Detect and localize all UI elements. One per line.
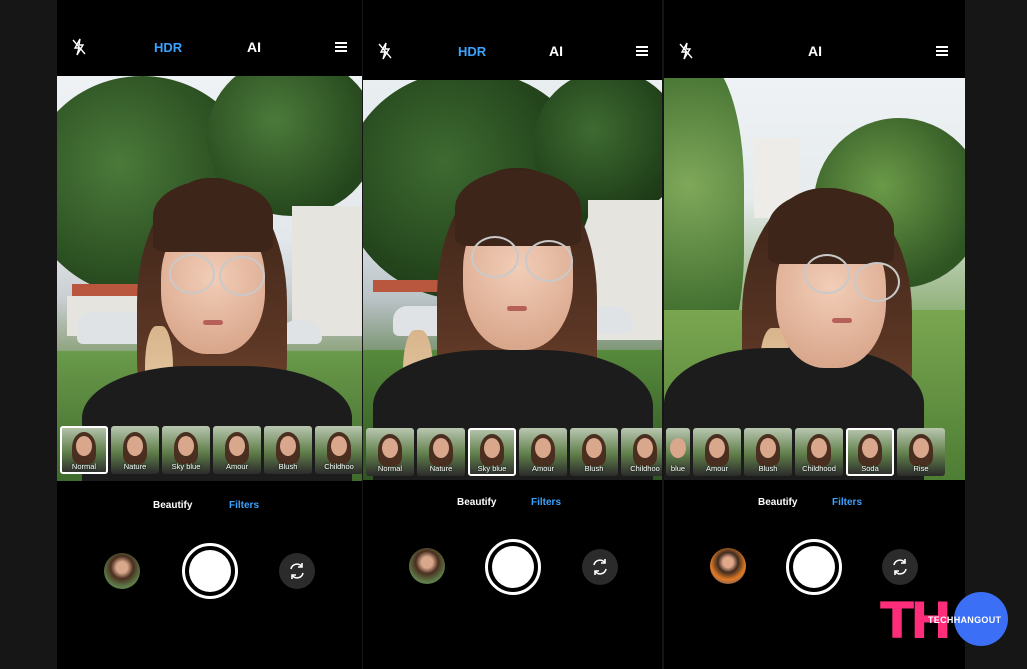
filter-thumb[interactable]: Amour — [693, 428, 741, 476]
switch-camera-icon — [290, 563, 304, 579]
filter-thumb[interactable]: Rise — [897, 428, 945, 476]
mode-switcher: Beautify Filters — [363, 497, 662, 513]
camera-screen-2: HDR AI Normal Nature Sky blue Amour Blus… — [363, 0, 662, 669]
logo-wordmark: TECHHANGOUT — [928, 615, 1002, 625]
camera-viewfinder[interactable] — [57, 76, 362, 481]
flash-off-icon[interactable] — [71, 38, 87, 56]
mode-switcher: Beautify Filters — [664, 497, 965, 513]
mode-switcher: Beautify Filters — [57, 500, 362, 516]
filter-thumb[interactable]: Nature — [111, 426, 159, 474]
ai-toggle[interactable]: AI — [247, 39, 261, 55]
filter-strip: blue Amour Blush Childhood Soda Rise — [664, 428, 965, 483]
filters-tab[interactable]: Filters — [229, 500, 259, 511]
menu-icon[interactable] — [636, 46, 648, 56]
techhangout-logo: TH TECHHANGOUT — [880, 592, 1008, 648]
gallery-thumbnail[interactable] — [710, 548, 746, 584]
filter-thumb[interactable]: Nature — [417, 428, 465, 476]
filters-tab[interactable]: Filters — [531, 497, 561, 508]
filter-thumb[interactable]: Blush — [570, 428, 618, 476]
ai-toggle[interactable]: AI — [549, 43, 563, 59]
filter-thumb[interactable]: Childhoo — [621, 428, 662, 476]
filter-thumb[interactable]: Blush — [264, 426, 312, 474]
filter-thumb[interactable]: Childhoo — [315, 426, 362, 474]
camera-viewfinder[interactable] — [363, 80, 662, 480]
filter-thumb[interactable]: Sky blue — [468, 428, 516, 476]
shutter-button[interactable] — [786, 539, 842, 595]
filter-thumb[interactable]: Amour — [519, 428, 567, 476]
switch-camera-button[interactable] — [582, 549, 618, 585]
camera-viewfinder[interactable] — [664, 78, 965, 480]
filter-thumb[interactable]: blue — [666, 428, 690, 476]
filter-thumb[interactable]: Amour — [213, 426, 261, 474]
camera-top-bar: HDR AI — [57, 0, 362, 78]
filter-thumb[interactable]: Soda — [846, 428, 894, 476]
camera-top-bar: AI — [664, 0, 965, 78]
filter-thumb[interactable]: Sky blue — [162, 426, 210, 474]
filters-tab[interactable]: Filters — [832, 497, 862, 508]
hdr-toggle[interactable]: HDR — [458, 44, 486, 59]
shutter-button[interactable] — [182, 543, 238, 599]
beautify-tab[interactable]: Beautify — [153, 500, 192, 511]
filter-thumb[interactable]: Childhood — [795, 428, 843, 476]
camera-screen-1: HDR AI Normal Nature Sky blue Amour Blus… — [57, 0, 362, 669]
gallery-thumbnail[interactable] — [409, 548, 445, 584]
switch-camera-icon — [593, 559, 607, 575]
filter-thumb[interactable]: Normal — [60, 426, 108, 474]
switch-camera-button[interactable] — [882, 549, 918, 585]
menu-icon[interactable] — [335, 42, 347, 52]
flash-off-icon[interactable] — [377, 42, 393, 60]
hdr-toggle[interactable]: HDR — [154, 40, 182, 55]
filter-thumb[interactable]: Normal — [366, 428, 414, 476]
filter-strip: Normal Nature Sky blue Amour Blush Child… — [57, 426, 362, 481]
menu-icon[interactable] — [936, 46, 948, 56]
shutter-button[interactable] — [485, 539, 541, 595]
switch-camera-button[interactable] — [279, 553, 315, 589]
camera-screen-3: AI blue Amour Blush Childhood Soda Rise … — [664, 0, 965, 669]
gallery-thumbnail[interactable] — [104, 553, 140, 589]
beautify-tab[interactable]: Beautify — [758, 497, 797, 508]
beautify-tab[interactable]: Beautify — [457, 497, 496, 508]
filter-thumb[interactable]: Blush — [744, 428, 792, 476]
switch-camera-icon — [893, 559, 907, 575]
camera-top-bar: HDR AI — [363, 0, 662, 78]
flash-off-icon[interactable] — [678, 42, 694, 60]
filter-strip: Normal Nature Sky blue Amour Blush Child… — [363, 428, 662, 483]
ai-toggle[interactable]: AI — [808, 43, 822, 59]
